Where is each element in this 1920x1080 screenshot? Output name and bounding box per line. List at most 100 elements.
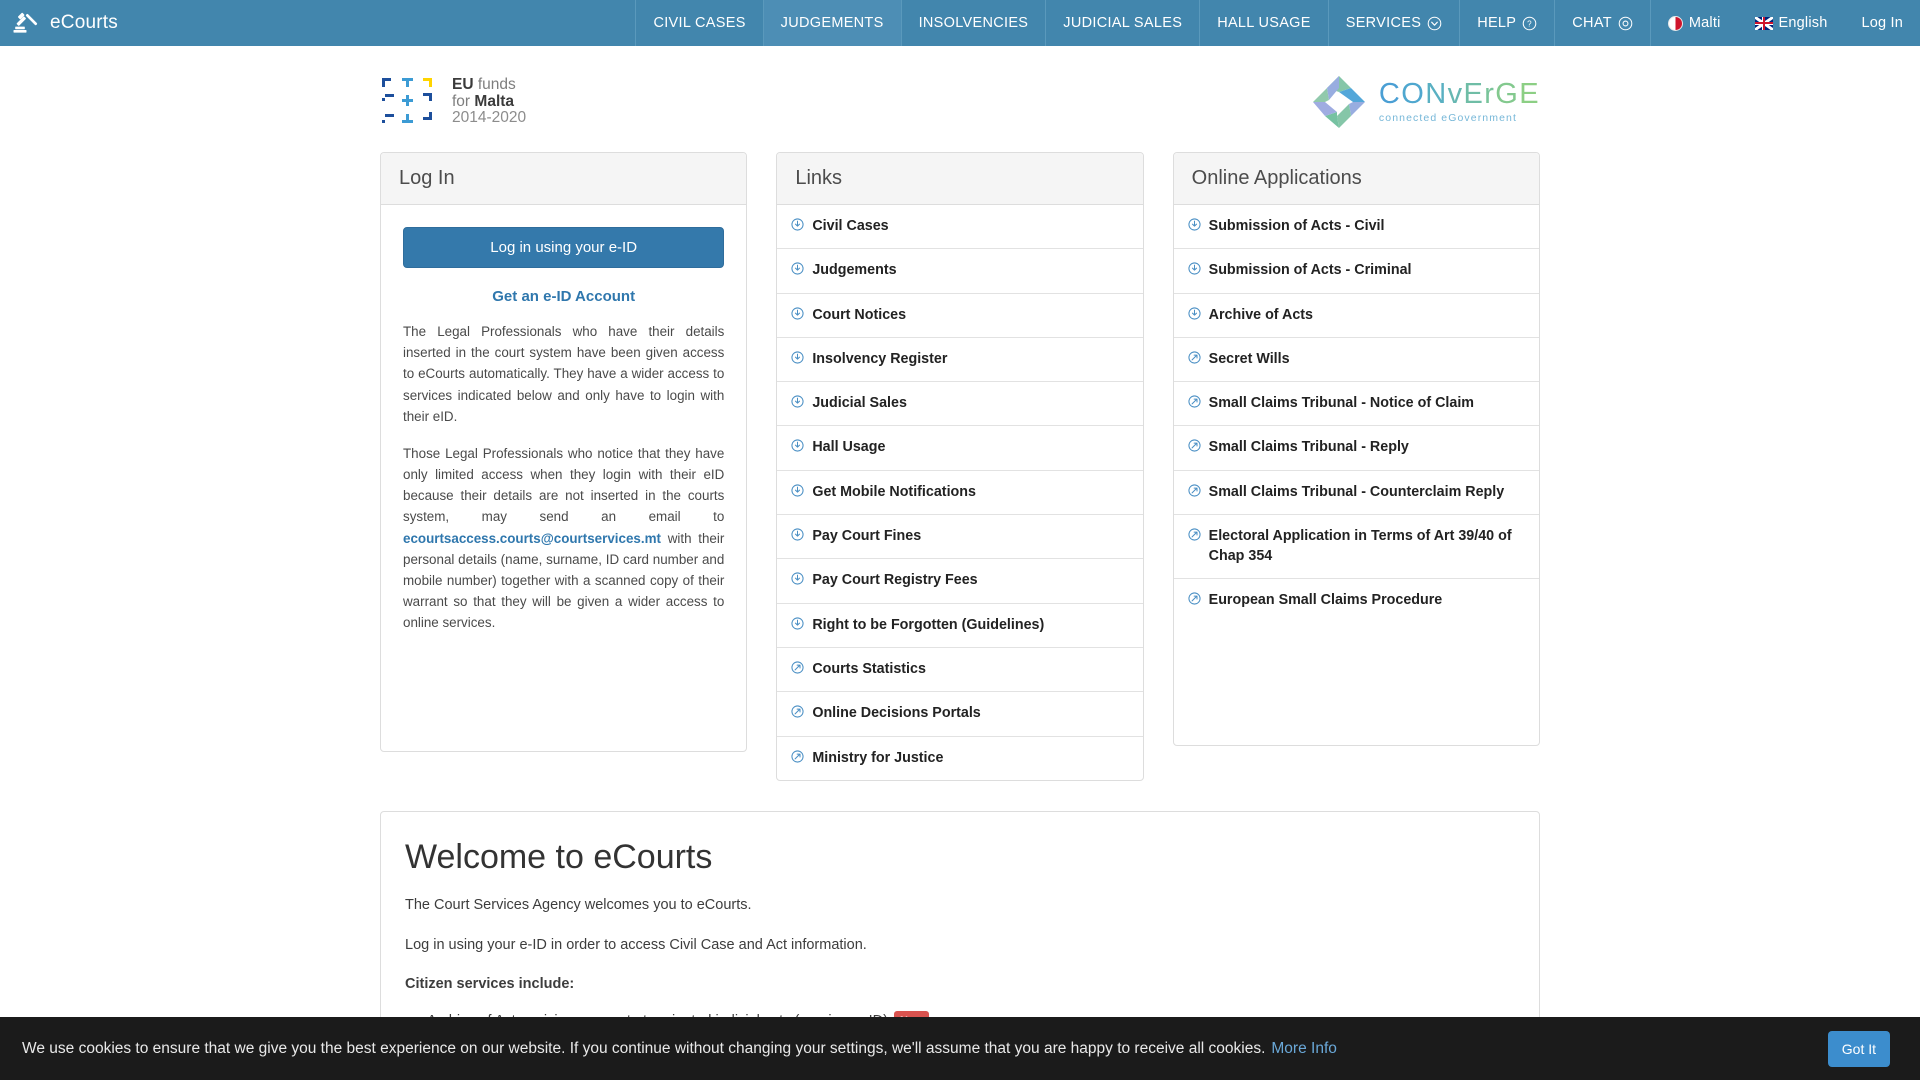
list-item-get-mobile-notifications[interactable]: Get Mobile Notifications: [777, 471, 1143, 516]
page-body: EU funds for Malta 2014-2020 CONvErGE co…: [0, 46, 1920, 1054]
welcome-line-1: The Court Services Agency welcomes you t…: [405, 896, 752, 913]
ecourts-access-email-link[interactable]: ecourtsaccess.courts@courtservices.mt: [403, 531, 661, 546]
nav-label: HELP: [1477, 15, 1517, 31]
list-item-archive-of-acts[interactable]: Archive of Acts: [1173, 294, 1539, 338]
list-item-judicial-sales[interactable]: Judicial Sales: [777, 382, 1143, 427]
circle-external-link-icon: [791, 660, 804, 680]
cookie-consent-bar: We use cookies to ensure that we give yo…: [0, 1017, 1920, 1080]
list-item-pay-court-registry-fees[interactable]: Pay Court Registry Fees: [777, 559, 1143, 604]
list-item-sct-notice-of-claim[interactable]: Small Claims Tribunal - Notice of Claim: [1173, 382, 1539, 427]
list-item-label: European Small Claims Procedure: [1208, 591, 1443, 608]
cookie-consent-text: We use cookies to ensure that we give yo…: [22, 1040, 1828, 1058]
list-item-hall-usage[interactable]: Hall Usage: [777, 426, 1143, 471]
nav-item-help[interactable]: HELP ?: [1459, 0, 1554, 46]
nav-item-chat[interactable]: CHAT: [1554, 0, 1650, 46]
nav-label: SERVICES: [1345, 15, 1422, 31]
nav-label: INSOLVENCIES: [918, 15, 1029, 31]
circle-external-link-icon: [1188, 483, 1201, 503]
list-item-insolvency-register[interactable]: Insolvency Register: [777, 338, 1143, 383]
list-item-court-notices[interactable]: Court Notices: [777, 294, 1143, 338]
nav-item-civil-cases[interactable]: CIVIL CASES: [635, 0, 762, 46]
circle-external-link-icon: [791, 749, 804, 769]
circle-down-arrow-icon: [1188, 217, 1201, 237]
circle-down-arrow-icon: [791, 571, 804, 591]
nav-label: HALL USAGE: [1217, 15, 1311, 31]
circle-down-arrow-icon: [791, 350, 804, 370]
converge-diamond-icon: [1311, 74, 1367, 130]
login-paragraph-2-before: Those Legal Professionals who notice tha…: [403, 445, 725, 525]
list-item-label: Ministry for Justice: [812, 749, 944, 766]
list-item-right-to-be-forgotten[interactable]: Right to be Forgotten (Guidelines): [777, 604, 1143, 648]
list-item-sct-counterclaim-reply[interactable]: Small Claims Tribunal - Counterclaim Rep…: [1173, 471, 1539, 516]
converge-subtitle: connected eGovernment: [1378, 112, 1517, 125]
cards-row: Log In Log in using your e-ID Get an e-I…: [380, 152, 1540, 781]
list-item-label: Judicial Sales: [812, 395, 907, 412]
circle-down-arrow-icon: [1188, 306, 1201, 326]
svg-text:?: ?: [1527, 19, 1532, 28]
page-title: Welcome to eCourts: [405, 837, 713, 876]
list-item-electoral-application[interactable]: Electoral Application in Terms of Art 39…: [1173, 515, 1539, 579]
list-item-online-decisions-portals[interactable]: Online Decisions Portals: [777, 692, 1143, 737]
list-item-submission-of-acts-civil[interactable]: Submission of Acts - Civil: [1173, 205, 1539, 250]
nav-item-language-malti[interactable]: Malti: [1649, 0, 1738, 46]
list-item-label: Pay Court Fines: [812, 528, 922, 545]
eu-funds-logo: EU funds for Malta 2014-2020: [380, 74, 526, 130]
uk-flag-icon: [1754, 16, 1773, 30]
cookie-got-it-button[interactable]: Got It: [1827, 1030, 1890, 1067]
nav-item-language-english[interactable]: English: [1738, 0, 1845, 46]
circle-down-arrow-icon: [791, 438, 804, 458]
welcome-citizen-services-heading: Citizen services include:: [405, 976, 575, 993]
nav-item-hall-usage[interactable]: HALL USAGE: [1199, 0, 1328, 46]
converge-wordmark: CONvErGE connected eGovernment: [1379, 80, 1540, 124]
list-item-secret-wills[interactable]: Secret Wills: [1173, 338, 1539, 383]
eu-line3: 2014-2020: [452, 109, 527, 127]
nav-label: JUDICIAL SALES: [1063, 15, 1183, 31]
nav-item-log-in[interactable]: Log In: [1844, 0, 1920, 46]
brand-home-link[interactable]: eCourts: [0, 0, 132, 46]
gavel-icon: [12, 10, 38, 36]
eu-line1-light: funds: [477, 75, 516, 93]
list-item-label: Small Claims Tribunal - Notice of Claim: [1208, 395, 1475, 412]
nav-label: CIVIL CASES: [653, 15, 746, 31]
online-applications-card: Online Applications Submission of Acts -…: [1172, 152, 1540, 746]
log-in-with-eid-button[interactable]: Log in using your e-ID: [403, 227, 725, 268]
list-item-courts-statistics[interactable]: Courts Statistics: [777, 648, 1143, 693]
eu-line2-light: for: [452, 92, 475, 110]
page-viewport: eCourts CIVIL CASES JUDGEMENTS INSOLVENC…: [0, 0, 1920, 1080]
login-paragraph-2: Those Legal Professionals who notice tha…: [403, 443, 724, 634]
list-item-label: Courts Statistics: [812, 660, 926, 677]
circle-down-arrow-icon: [1188, 261, 1201, 281]
login-paragraph-1: The Legal Professionals who have their d…: [403, 324, 725, 424]
nav-item-insolvencies[interactable]: INSOLVENCIES: [900, 0, 1046, 46]
brand-title: eCourts: [50, 12, 118, 33]
nav-item-judicial-sales[interactable]: JUDICIAL SALES: [1045, 0, 1199, 46]
cookie-more-info-link[interactable]: More Info: [1271, 1040, 1336, 1057]
malta-flag-icon: [1667, 15, 1683, 31]
welcome-line-2: Log in using your e-ID in order to acces…: [405, 936, 867, 953]
circle-down-arrow-icon: [791, 261, 804, 281]
list-item-label: Pay Court Registry Fees: [812, 572, 978, 589]
list-item-ministry-for-justice[interactable]: Ministry for Justice: [777, 737, 1142, 780]
links-card-title: Links: [777, 153, 1143, 205]
get-eid-account-link[interactable]: Get an e-ID Account: [403, 288, 724, 305]
circle-down-arrow-icon: [791, 616, 804, 636]
circle-external-link-icon: [1188, 438, 1201, 458]
list-item-civil-cases[interactable]: Civil Cases: [777, 205, 1143, 250]
list-item-judgements[interactable]: Judgements: [777, 249, 1143, 294]
list-item-sct-reply[interactable]: Small Claims Tribunal - Reply: [1173, 426, 1539, 471]
nav-item-judgements[interactable]: JUDGEMENTS: [762, 0, 901, 46]
nav-item-services[interactable]: SERVICES: [1327, 0, 1459, 46]
list-item-label: Civil Cases: [812, 218, 889, 234]
converge-title: CONvErGE: [1378, 78, 1540, 111]
list-item-label: Submission of Acts - Criminal: [1208, 262, 1412, 279]
chat-circle-icon: [1618, 16, 1633, 31]
list-item-submission-of-acts-criminal[interactable]: Submission of Acts - Criminal: [1173, 249, 1539, 294]
nav-label: JUDGEMENTS: [780, 15, 884, 31]
nav-label: Log In: [1861, 15, 1903, 31]
login-card-title: Log In: [381, 153, 747, 205]
eu-funds-grid-icon: [380, 74, 442, 130]
list-item-label: Archive of Acts: [1208, 306, 1313, 323]
list-item-pay-court-fines[interactable]: Pay Court Fines: [777, 515, 1143, 560]
list-item-european-small-claims-procedure[interactable]: European Small Claims Procedure: [1174, 579, 1539, 622]
